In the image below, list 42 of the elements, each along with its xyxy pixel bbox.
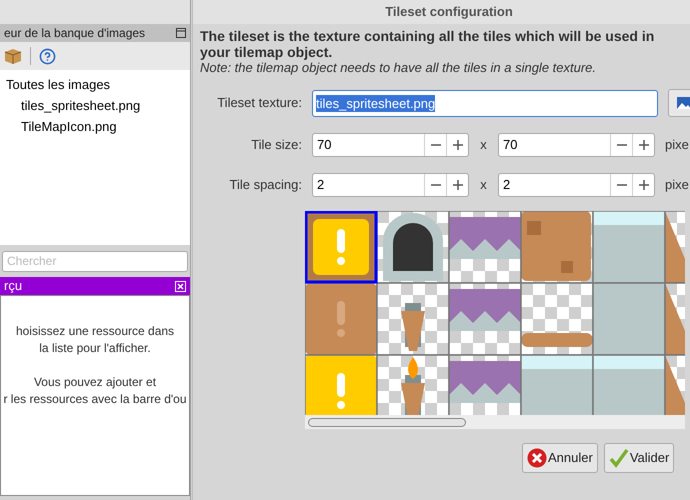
plus-icon	[452, 180, 462, 190]
plus-icon	[638, 140, 648, 150]
plus-icon	[638, 180, 648, 190]
cancel-icon	[527, 448, 547, 468]
number-field[interactable]: 2	[498, 173, 655, 197]
number-field[interactable]: 70	[312, 133, 469, 157]
help-icon[interactable]	[39, 48, 56, 64]
unit-label: pixe	[665, 176, 689, 194]
times-sign: x	[479, 176, 488, 194]
search-field[interactable]: Chercher	[2, 250, 188, 272]
dialog-note: Note: the tilemap object needs to have all the tiles in a single texture.	[200, 60, 598, 76]
tileset-drawing[interactable]	[305, 211, 685, 415]
close-icon[interactable]	[175, 280, 186, 292]
field-label: Tile spacing:	[228, 176, 303, 194]
tree-item[interactable]: Toutes les images	[0, 74, 190, 95]
cancel-button[interactable]: Annuler	[522, 443, 598, 473]
tree-item[interactable]: tiles_spritesheet.png	[0, 95, 190, 116]
image-button[interactable]	[668, 89, 690, 117]
checkmark-icon	[608, 448, 629, 468]
scrollbar-thumb[interactable]	[308, 418, 466, 426]
box-icon[interactable]	[4, 48, 22, 64]
times-sign: x	[479, 136, 488, 154]
restore-icon[interactable]	[176, 28, 186, 38]
field-label: Tile size:	[250, 136, 303, 154]
panel-title: eur de la banque d'images	[4, 25, 146, 42]
tree-item[interactable]: TileMapIcon.png	[0, 116, 190, 137]
dialog-heading: The tileset is the texture containing all the tiles which will be used in your tilemap object.	[200, 28, 656, 60]
field-label: Tileset texture:	[216, 94, 303, 112]
preview-text: hoisissez une ressource dans	[16, 323, 174, 340]
texture-field[interactable]: tiles_spritesheet.png	[312, 90, 658, 116]
number-field[interactable]: 2	[312, 173, 469, 197]
plus-icon	[452, 140, 462, 150]
unit-label: pixe	[665, 136, 689, 154]
preview-text: r les ressources avec la barre d'ou	[3, 391, 187, 408]
window-title: Tileset configuration	[385, 3, 513, 22]
preview-text: Vous pouvez ajouter et	[34, 374, 156, 391]
panel-title: rçu	[4, 277, 22, 296]
ok-button[interactable]: Valider	[604, 443, 674, 473]
number-field[interactable]: 70	[498, 133, 655, 157]
image-icon	[677, 97, 690, 109]
preview-text: la liste pour l'afficher.	[39, 340, 151, 357]
texture-value: tiles_spritesheet.png	[316, 94, 436, 112]
